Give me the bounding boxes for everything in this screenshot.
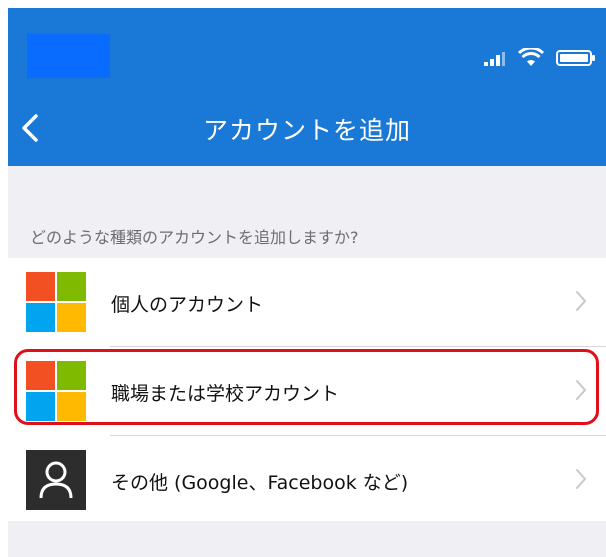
app-screen: アカウントを追加 どのような種類のアカウントを追加しますか? 個人のアカウント (8, 8, 606, 557)
option-label: 職場または学校アカウント (111, 383, 340, 405)
nav-header: アカウントを追加 (8, 8, 606, 166)
chevron-right-icon (576, 469, 587, 489)
chevron-right-icon (576, 291, 587, 311)
option-work-school-account[interactable]: 職場または学校アカウント (8, 347, 606, 435)
chevron-right-icon (576, 380, 587, 400)
microsoft-logo-icon (26, 272, 86, 332)
section-prompt: どのような種類のアカウントを追加しますか? (30, 228, 359, 247)
page-title: アカウントを追加 (202, 116, 411, 145)
battery-icon (556, 50, 595, 66)
bottom-spacer (8, 521, 606, 557)
option-label: 個人のアカウント (111, 294, 264, 316)
signal-bars-icon (484, 52, 505, 66)
microsoft-logo-icon (26, 361, 86, 421)
wifi-icon (518, 48, 544, 66)
option-other-account[interactable]: その他 (Google、Facebook など) (8, 436, 606, 524)
account-type-list: 個人のアカウント 職場または学校アカウント その他 (Google、Facebo… (8, 258, 606, 524)
person-icon (26, 450, 86, 510)
option-label: その他 (Google、Facebook など) (111, 472, 409, 494)
option-personal-account[interactable]: 個人のアカウント (8, 258, 606, 346)
carrier-placeholder (27, 34, 110, 78)
